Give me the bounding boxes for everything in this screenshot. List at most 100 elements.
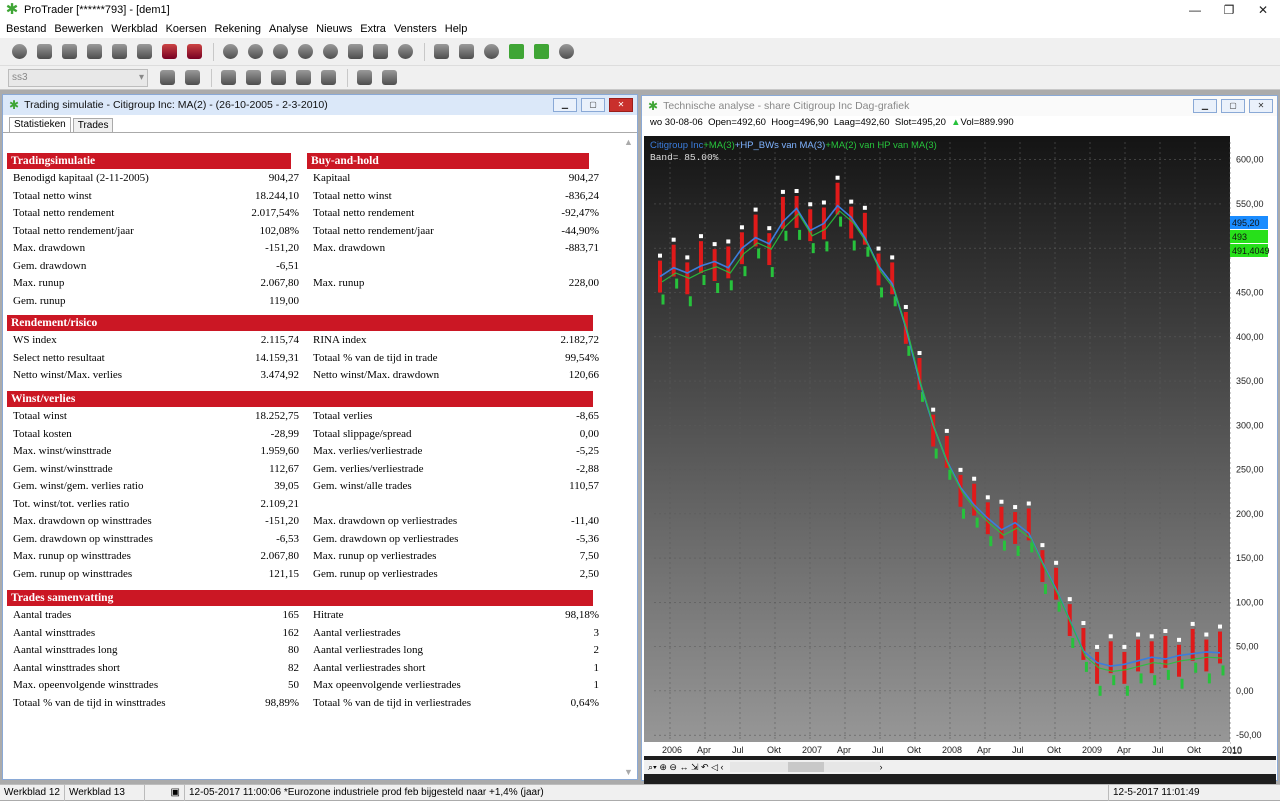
document-icon[interactable] (108, 42, 130, 62)
window-minimize-button[interactable]: ▁ (1193, 99, 1217, 113)
window-close-button[interactable]: ✕ (609, 98, 633, 112)
stat-label: Max. runup (313, 277, 365, 289)
zoom-in-icon[interactable]: ⊕ (659, 762, 667, 773)
candles-icon[interactable] (242, 68, 264, 88)
window-maximize-button[interactable]: ▢ (1221, 99, 1245, 113)
tab-trades[interactable]: Trades (72, 118, 114, 132)
stat-value: -5,25 (576, 445, 599, 457)
stat-value: -2,88 (576, 462, 599, 475)
price-chart[interactable]: 600,00550,00500,00450,00400,00350,00300,… (644, 136, 1276, 792)
menu-bewerken[interactable]: Bewerken (54, 23, 103, 35)
import-icon[interactable] (353, 68, 375, 88)
zoom-out-icon[interactable]: ⊖ (669, 762, 677, 773)
menu-analyse[interactable]: Analyse (269, 23, 308, 35)
scroll-right-icon[interactable]: › (880, 762, 883, 772)
scroll-left-icon[interactable]: ‹ (721, 762, 724, 772)
news-icon[interactable]: ▣ (145, 784, 185, 801)
horizontal-scrollbar[interactable] (729, 762, 880, 772)
menu-nieuws[interactable]: Nieuws (316, 23, 352, 35)
menu-bestand[interactable]: Bestand (6, 23, 46, 35)
tools-icon[interactable] (33, 42, 55, 62)
news-ticker[interactable]: 12-05-2017 11:00:06 *Eurozone industriel… (185, 784, 1109, 801)
pen-icon[interactable] (455, 42, 477, 62)
stat-value: 99,54% (565, 351, 599, 364)
stat-label: Max. drawdown (13, 242, 86, 254)
chart-background (644, 136, 1276, 756)
simulation-tabs: Statistieken Trades (3, 117, 637, 133)
high-marker (1122, 644, 1127, 649)
section-header: Trades samenvatting (7, 590, 593, 606)
high-marker (808, 202, 813, 207)
restore-button[interactable]: ❐ (1212, 3, 1246, 17)
menu-koersen[interactable]: Koersen (166, 23, 207, 35)
signal-arrows-icon[interactable] (181, 68, 203, 88)
stat-value: 80 (288, 644, 299, 656)
magnify-icon[interactable] (294, 42, 316, 62)
menu-werkblad[interactable]: Werkblad (111, 23, 157, 35)
window-maximize-button[interactable]: ▢ (581, 98, 605, 112)
expand-icon[interactable]: ⇲ (691, 762, 699, 773)
toolbar-separator (424, 42, 425, 61)
worksheet-tab-12[interactable]: Werkblad 12 (0, 784, 65, 801)
worksheet-combo-value: ss3 (12, 72, 28, 83)
scan-icon[interactable] (83, 42, 105, 62)
tab-statistieken[interactable]: Statistieken (9, 117, 71, 132)
calculator-icon[interactable] (133, 42, 155, 62)
export-icon[interactable] (378, 68, 400, 88)
zoom-out-icon[interactable] (244, 42, 266, 62)
scroll-down-icon[interactable]: ▼ (624, 767, 633, 777)
stat-value: 228,00 (568, 277, 599, 289)
stat-label: Max. runup op winsttrades (13, 550, 131, 562)
chart-window-titlebar[interactable]: ✱ Technische analyse - share Citigroup I… (642, 96, 1277, 116)
pan-icon[interactable]: ↔ (679, 762, 688, 772)
worksheet-tab-13[interactable]: Werkblad 13 (65, 784, 145, 801)
alert-icon[interactable] (158, 42, 180, 62)
globe-icon[interactable] (8, 42, 30, 62)
chart-type-icon[interactable] (344, 42, 366, 62)
horizontal-scroll-thumb[interactable] (787, 762, 824, 772)
menu-vensters[interactable]: Vensters (394, 23, 437, 35)
app-titlebar: ✱ ProTrader [******793] - [dem1] — ❐ ✕ (0, 0, 1280, 20)
user-icon[interactable] (555, 42, 577, 62)
minimize-button[interactable]: — (1178, 3, 1212, 17)
stat-value: 2.017,54% (251, 207, 299, 219)
signal-icon[interactable] (530, 42, 552, 62)
cursor-icon[interactable] (369, 42, 391, 62)
bars-icon[interactable] (217, 68, 239, 88)
window-minimize-button[interactable]: ▁ (553, 98, 577, 112)
crosshair-icon[interactable] (394, 42, 416, 62)
stat-label: Select netto resultaat (13, 351, 105, 364)
step-back-icon[interactable]: ◁ (711, 762, 718, 773)
zoom-reset-icon[interactable] (269, 42, 291, 62)
y-tick-label: -50,00 (1236, 730, 1262, 740)
y-tick-label: 400,00 (1236, 332, 1264, 342)
bracket-icon[interactable] (292, 68, 314, 88)
print-icon[interactable] (58, 42, 80, 62)
search-icon[interactable]: ⌕▾ (648, 762, 657, 773)
broadcast-icon[interactable] (480, 42, 502, 62)
ruler-icon[interactable] (430, 42, 452, 62)
x-tick-label: Okt (767, 745, 782, 755)
vertical-scrollbar[interactable]: ▲ ▼ (621, 137, 635, 777)
close-button[interactable]: ✕ (1246, 3, 1280, 17)
undo-icon[interactable]: ↶ (701, 762, 709, 773)
stat-value: -151,20 (265, 515, 299, 527)
high-marker (698, 234, 703, 239)
flag-icon[interactable] (156, 68, 178, 88)
high-marker (944, 428, 949, 433)
worksheet-combo[interactable]: ss3 ▾ (8, 68, 148, 87)
menu-help[interactable]: Help (445, 23, 468, 35)
tool-icon[interactable] (267, 68, 289, 88)
quote-high: Hoog=496,90 (771, 117, 829, 128)
menu-rekening[interactable]: Rekening (215, 23, 261, 35)
zoom-in-icon[interactable] (219, 42, 241, 62)
alert-search-icon[interactable] (183, 42, 205, 62)
window-close-button[interactable]: ✕ (1249, 99, 1273, 113)
scroll-up-icon[interactable]: ▲ (624, 137, 633, 147)
menu-extra[interactable]: Extra (360, 23, 386, 35)
simulation-window-titlebar[interactable]: ✱ Trading simulatie - Citigroup Inc: MA(… (3, 95, 637, 115)
magnify-minus-icon[interactable] (319, 42, 341, 62)
high-marker (1081, 621, 1086, 626)
table-icon[interactable] (317, 68, 339, 88)
leaf-icon[interactable] (505, 42, 527, 62)
